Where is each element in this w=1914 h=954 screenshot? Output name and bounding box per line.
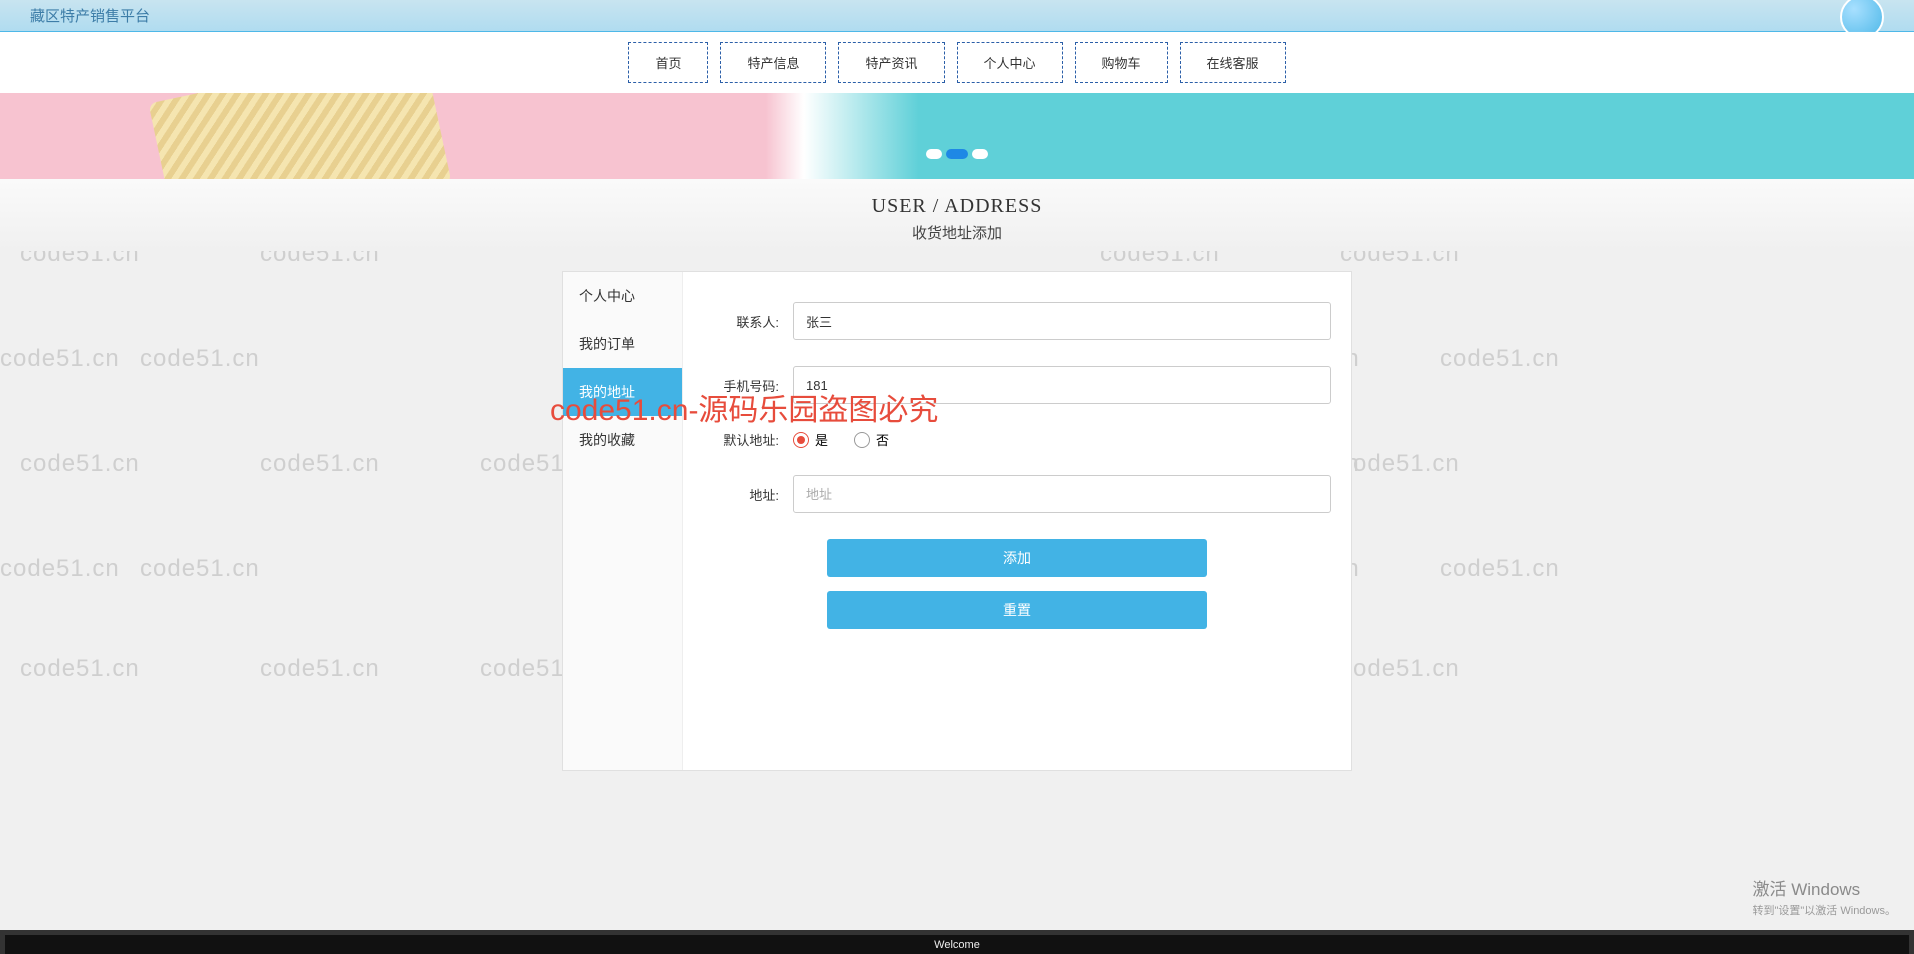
nav-user-center[interactable]: 个人中心 — [957, 42, 1063, 83]
address-form: 联系人: 手机号码: 默认地址: 是 否 地址: — [683, 272, 1351, 770]
radio-icon-unchecked — [854, 432, 870, 448]
reset-button[interactable]: 重置 — [827, 591, 1207, 629]
bottom-text: Welcome — [934, 939, 980, 951]
sidebar-item-favorites[interactable]: 我的收藏 — [563, 416, 682, 464]
top-bar: 藏区特产销售平台 — [0, 0, 1914, 32]
nav-products[interactable]: 特产信息 — [720, 42, 826, 83]
sidebar-item-orders[interactable]: 我的订单 — [563, 320, 682, 368]
sidebar: 个人中心 我的订单 我的地址 我的收藏 — [563, 272, 683, 770]
carousel-dots — [926, 149, 988, 159]
default-address-radio-group: 是 否 — [793, 430, 889, 449]
nav-home[interactable]: 首页 — [628, 42, 708, 83]
carousel-dot-active[interactable] — [946, 149, 968, 159]
carousel-dot[interactable] — [926, 149, 942, 159]
bottom-bar: Welcome — [0, 930, 1914, 954]
radio-no-label: 否 — [876, 430, 889, 449]
page-heading: USER / ADDRESS 收货地址添加 — [0, 179, 1914, 251]
phone-input[interactable] — [793, 366, 1331, 404]
submit-button[interactable]: 添加 — [827, 539, 1207, 577]
radio-yes[interactable]: 是 — [793, 430, 828, 449]
nav-news[interactable]: 特产资讯 — [838, 42, 944, 83]
contact-label: 联系人: — [703, 312, 793, 331]
sidebar-item-address[interactable]: 我的地址 — [563, 368, 682, 416]
main-nav: 首页 特产信息 特产资讯 个人中心 购物车 在线客服 — [0, 32, 1914, 93]
nav-service[interactable]: 在线客服 — [1180, 42, 1286, 83]
default-address-label: 默认地址: — [703, 430, 793, 449]
banner — [0, 93, 1914, 179]
radio-no[interactable]: 否 — [854, 430, 889, 449]
contact-input[interactable] — [793, 302, 1331, 340]
nav-cart[interactable]: 购物车 — [1075, 42, 1168, 83]
radio-yes-label: 是 — [815, 430, 828, 449]
banner-image — [149, 93, 452, 179]
sidebar-item-user-center[interactable]: 个人中心 — [563, 272, 682, 320]
heading-chinese: 收货地址添加 — [0, 222, 1914, 243]
phone-label: 手机号码: — [703, 376, 793, 395]
address-input[interactable] — [793, 475, 1331, 513]
site-title: 藏区特产销售平台 — [30, 5, 150, 26]
heading-english: USER / ADDRESS — [0, 195, 1914, 218]
radio-icon-checked — [793, 432, 809, 448]
activation-subtitle: 转到"设置"以激活 Windows。 — [1753, 902, 1897, 918]
carousel-dot[interactable] — [972, 149, 988, 159]
activation-title: 激活 Windows — [1753, 875, 1897, 900]
main-panel: 个人中心 我的订单 我的地址 我的收藏 联系人: 手机号码: 默认地址: 是 否 — [562, 271, 1352, 771]
address-label: 地址: — [703, 485, 793, 504]
windows-activation-notice: 激活 Windows 转到"设置"以激活 Windows。 — [1753, 875, 1897, 918]
